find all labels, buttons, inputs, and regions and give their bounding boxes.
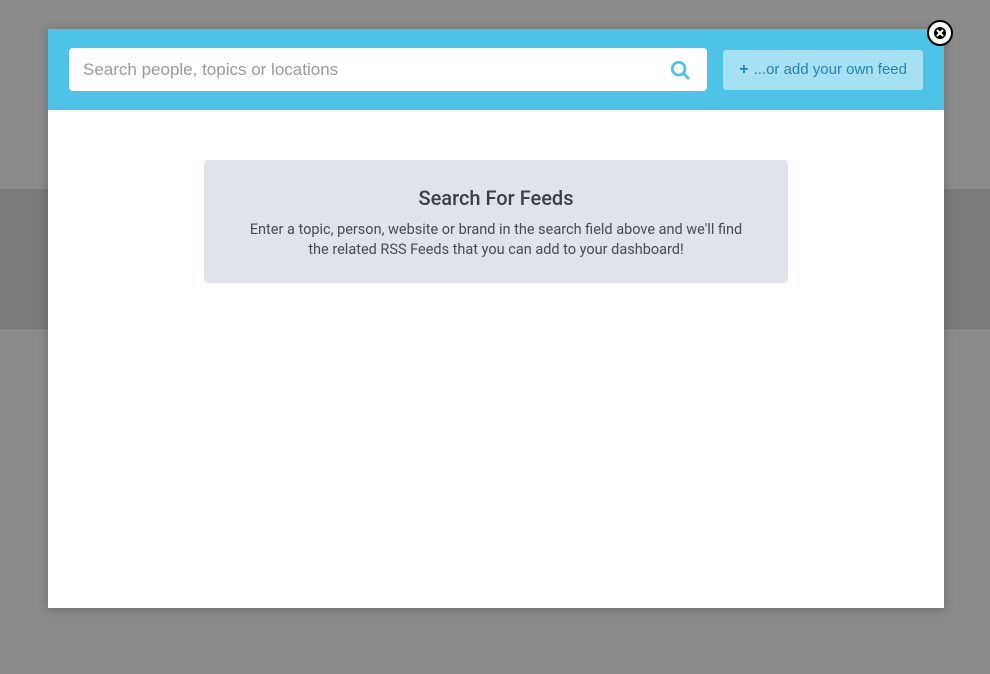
add-own-feed-button[interactable]: + ...or add your own feed [723,50,923,90]
feed-search-modal: + ...or add your own feed Search For Fee… [48,29,944,608]
add-feed-label: ...or add your own feed [754,61,907,78]
modal-body: Search For Feeds Enter a topic, person, … [48,110,944,283]
close-icon [933,26,947,40]
search-input[interactable] [69,48,707,91]
info-box: Search For Feeds Enter a topic, person, … [204,160,788,283]
search-button[interactable] [665,55,695,85]
info-text: Enter a topic, person, website or brand … [246,220,746,259]
search-container [69,48,707,91]
modal-header: + ...or add your own feed [48,29,944,110]
plus-icon: + [739,61,748,79]
info-title: Search For Feeds [234,186,758,210]
search-icon [669,59,691,81]
close-button[interactable] [927,20,953,46]
